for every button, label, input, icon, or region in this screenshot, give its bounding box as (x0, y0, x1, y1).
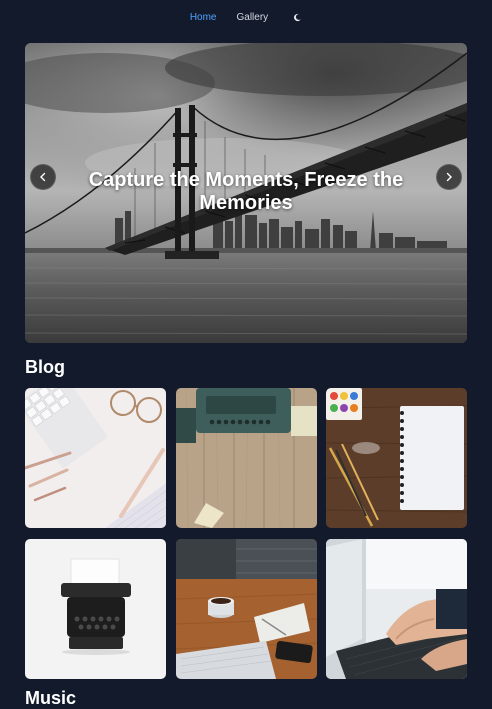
chevron-left-icon (40, 172, 46, 182)
top-nav: Home Gallery (0, 0, 492, 34)
carousel-prev-button[interactable] (30, 164, 56, 190)
nav-home-link[interactable]: Home (190, 12, 217, 23)
blog-grid (25, 388, 467, 679)
carousel-next-button[interactable] (436, 164, 462, 190)
hero-carousel: Capture the Moments, Freeze the Memories (25, 43, 467, 343)
music-section-title: Music (25, 688, 77, 708)
moon-icon[interactable] (292, 12, 302, 22)
blog-card[interactable] (175, 539, 317, 679)
nav-gallery-link[interactable]: Gallery (237, 12, 269, 23)
blog-card[interactable] (175, 388, 317, 528)
hands-typing-laptop-image (326, 539, 467, 679)
typewriter-on-wood-image (175, 388, 317, 528)
notebook-paints-pencils-image (326, 388, 467, 528)
chevron-right-icon (446, 172, 452, 182)
blog-card[interactable] (326, 388, 467, 528)
keyboard-glasses-pens-image (25, 388, 166, 528)
blog-card[interactable] (326, 539, 467, 679)
vintage-typewriter-image (25, 539, 166, 679)
blog-section-title: Blog (25, 357, 65, 377)
blog-card[interactable] (25, 388, 166, 528)
hero-caption: Capture the Moments, Freeze the Memories (88, 169, 404, 214)
blog-card[interactable] (25, 539, 166, 679)
laptop-coffee-desk-image (175, 539, 317, 679)
